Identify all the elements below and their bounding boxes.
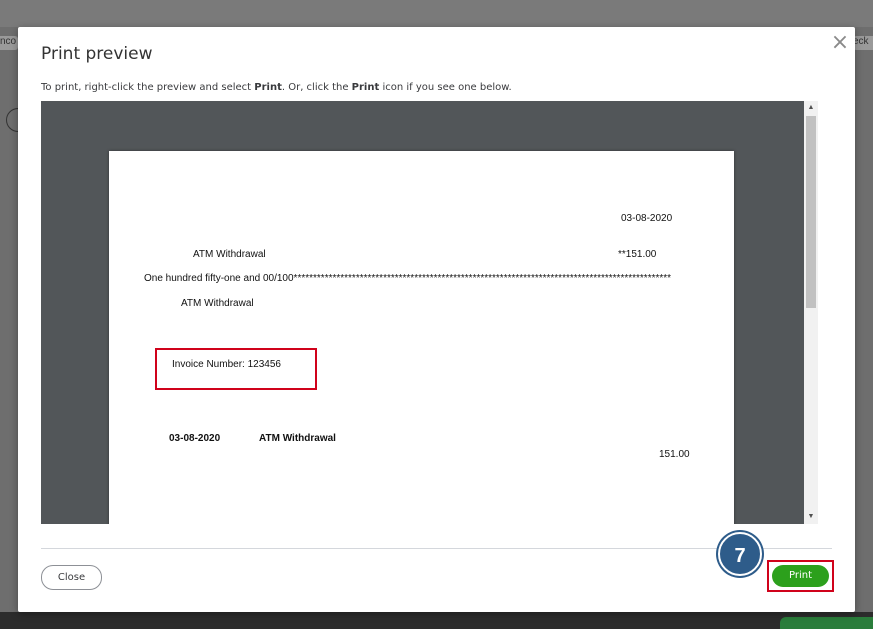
stub-payee: ATM Withdrawal — [259, 433, 336, 444]
check-amount-words: One hundred fifty-one and 00/100********… — [144, 273, 672, 284]
preview-viewport[interactable]: 03-08-2020 ATM Withdrawal **151.00 One h… — [41, 101, 818, 524]
print-preview-dialog: Print preview × To print, right-click th… — [18, 27, 855, 612]
step-number-badge: 7 — [718, 532, 762, 576]
footer-divider — [41, 548, 832, 549]
instructions-text-1: To print, right-click the preview and se… — [41, 82, 255, 93]
dialog-title: Print preview — [41, 44, 153, 64]
background-app-header — [0, 0, 873, 27]
background-green-button — [780, 617, 873, 629]
memo-highlight-box — [155, 348, 317, 390]
check-preview-page: 03-08-2020 ATM Withdrawal **151.00 One h… — [109, 151, 734, 524]
scroll-down-arrow-icon[interactable]: ▼ — [804, 510, 818, 524]
instructions-text-3: icon if you see one below. — [379, 82, 512, 93]
background-bottom-bar — [0, 612, 873, 629]
stub-date: 03-08-2020 — [169, 433, 221, 444]
stub-amount: 151.00 — [659, 449, 690, 460]
check-date: 03-08-2020 — [621, 213, 673, 224]
background-fragment-left: nco — [0, 36, 18, 50]
preview-scrollbar[interactable]: ▲ ▼ — [804, 101, 818, 524]
check-payee-address: ATM Withdrawal — [181, 298, 254, 309]
background-fragment-right: eck — [853, 36, 873, 50]
close-icon[interactable]: × — [830, 32, 850, 54]
print-button-highlight: Print — [767, 560, 834, 592]
instructions-print-bold-2: Print — [351, 82, 380, 93]
check-amount: **151.00 — [618, 249, 657, 260]
check-payee: ATM Withdrawal — [193, 249, 266, 260]
close-button[interactable]: Close — [41, 565, 102, 590]
scrollbar-thumb[interactable] — [806, 116, 816, 308]
instructions-print-bold-1: Print — [254, 82, 282, 93]
print-instructions: To print, right-click the preview and se… — [41, 82, 512, 93]
scroll-up-arrow-icon[interactable]: ▲ — [804, 101, 818, 115]
instructions-text-2: . Or, click the — [281, 82, 352, 93]
print-button[interactable]: Print — [772, 565, 829, 587]
